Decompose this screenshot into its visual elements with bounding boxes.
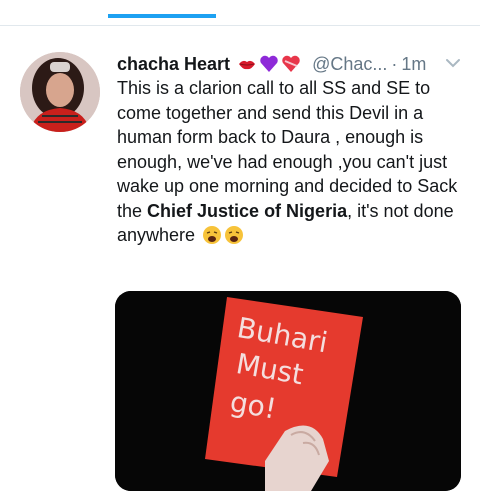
active-tab-indicator	[108, 14, 216, 18]
tweet-media-image[interactable]: Buhari Must go!	[115, 291, 461, 491]
separator-dot: ·	[391, 54, 398, 74]
tweet-text-bold: Chief Justice of Nigeria	[147, 200, 348, 221]
tweet-text: This is a clarion call to all SS and SE …	[117, 76, 472, 248]
tweet-header: chacha Heart @Chac... · 1m	[117, 50, 467, 78]
chevron-down-icon[interactable]	[445, 57, 461, 69]
tweet-text-part: This is a clarion call to all SS and SE …	[117, 78, 458, 221]
avatar[interactable]	[20, 52, 100, 132]
purple-heart-icon	[259, 54, 279, 74]
user-handle[interactable]: @Chac...	[312, 54, 387, 74]
card-text-line: go!	[227, 385, 279, 426]
tab-bar	[0, 0, 480, 21]
display-name[interactable]: chacha Heart	[117, 54, 230, 74]
heart-ribbon-icon	[281, 54, 301, 74]
weary-face-icon	[202, 225, 222, 245]
weary-face-icon	[224, 225, 244, 245]
timestamp[interactable]: 1m	[401, 54, 426, 74]
tweet[interactable]: chacha Heart @Chac... · 1m This is a clari…	[0, 26, 480, 491]
kiss-lips-icon	[237, 54, 257, 74]
